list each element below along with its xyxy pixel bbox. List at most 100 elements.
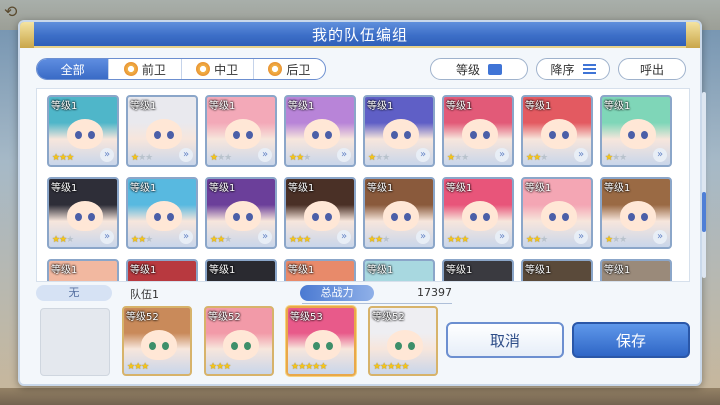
tab-midguard-label: 中卫	[214, 62, 239, 77]
party-member-card[interactable]: 等级52 ★★★	[204, 306, 274, 376]
party-info-strip: 无 队伍1 总战力 17397	[36, 284, 690, 304]
character-portrait	[383, 201, 419, 231]
roster-character-card[interactable]: 等级1 ★★★ »	[521, 95, 593, 167]
level-label: 等级1	[130, 101, 157, 112]
roster-character-card[interactable]: 等级1 ★★★ »	[521, 177, 593, 249]
roster-character-card[interactable]: 等级1 ★★★ »	[205, 177, 277, 249]
portrait-eye	[233, 213, 240, 221]
empty-party-slot[interactable]	[40, 308, 110, 376]
portrait-eye	[404, 213, 411, 221]
tab-all[interactable]: 全部	[37, 59, 109, 79]
roster-character-card[interactable]: 等级1	[442, 259, 514, 281]
roster-character-card[interactable]: 等级1	[600, 259, 672, 281]
level-label: 等级1	[446, 265, 473, 276]
star-rating: ★★★	[52, 235, 74, 245]
level-label: 等级1	[525, 265, 552, 276]
cancel-button[interactable]: 取消	[446, 322, 564, 358]
star-rating: ★★★	[289, 153, 311, 163]
party-member-card[interactable]: 等级52 ★★★	[122, 306, 192, 376]
roster-character-card[interactable]: 等级1	[521, 259, 593, 281]
star-icon: ★	[145, 153, 153, 163]
party-member-card[interactable]: 等级52 ★★★★★	[368, 306, 438, 376]
roster-character-card[interactable]: 等级1	[284, 259, 356, 281]
star-rating: ★★★	[210, 153, 232, 163]
roster-character-card[interactable]: 等级1	[47, 259, 119, 281]
roster-scroll-thumb[interactable]	[702, 192, 706, 232]
character-portrait	[462, 201, 498, 231]
tab-rearguard[interactable]: 后卫	[252, 59, 325, 79]
roster-character-card[interactable]: 等级1 ★★★ »	[205, 95, 277, 167]
star-icon: ★	[145, 235, 153, 245]
level-label: 等级1	[604, 183, 631, 194]
star-rating: ★★★	[368, 235, 390, 245]
portrait-eye	[231, 342, 238, 350]
roster-character-card[interactable]: 等级1 ★★★ »	[442, 177, 514, 249]
roster-character-card[interactable]: 等级1 ★★★ »	[363, 95, 435, 167]
portrait-eye	[325, 213, 332, 221]
star-rating: ★★★	[289, 235, 311, 245]
portrait-eye	[641, 213, 648, 221]
character-portrait	[141, 330, 177, 360]
character-portrait	[67, 119, 103, 149]
roster-character-card[interactable]: 等级1	[205, 259, 277, 281]
star-rating: ★★★	[127, 362, 149, 372]
portrait-eye	[233, 131, 240, 139]
save-button[interactable]: 保存	[572, 322, 690, 358]
star-rating: ★★★	[605, 235, 627, 245]
sort-by-level-button[interactable]: 等级	[430, 58, 528, 80]
star-icon: ★	[141, 362, 149, 372]
character-portrait	[223, 330, 259, 360]
roster-character-card[interactable]: 等级1 ★★★ »	[284, 95, 356, 167]
roster-character-card[interactable]: 等级1	[363, 259, 435, 281]
portrait-eye	[391, 131, 398, 139]
portrait-eye	[246, 131, 253, 139]
roster-character-card[interactable]: 等级1 ★★★ »	[363, 177, 435, 249]
roster-character-card[interactable]: 等级1 ★★★ »	[47, 95, 119, 167]
call-out-button[interactable]: 呼出	[618, 58, 686, 80]
chevron-right-icon: »	[100, 230, 114, 244]
chevron-right-icon: »	[416, 230, 430, 244]
character-portrait	[225, 119, 261, 149]
position-icon	[268, 62, 283, 76]
call-out-label: 呼出	[639, 62, 664, 77]
level-label: 等级1	[130, 183, 157, 194]
roster-character-card[interactable]: 等级1 ★★★ »	[126, 95, 198, 167]
portrait-eye	[326, 342, 333, 350]
roster-character-card[interactable]: 等级1	[126, 259, 198, 281]
roster-character-card[interactable]: 等级1 ★★★ »	[126, 177, 198, 249]
sort-order-button[interactable]: 降序	[536, 58, 610, 80]
roster-character-card[interactable]: 等级1 ★★★ »	[600, 177, 672, 249]
chevron-right-icon: »	[653, 230, 667, 244]
character-portrait	[225, 201, 261, 231]
portrait-eye	[246, 213, 253, 221]
character-portrait	[387, 330, 423, 360]
roster-character-card[interactable]: 等级1 ★★★ »	[600, 95, 672, 167]
portrait-eye	[391, 213, 398, 221]
star-rating: ★★★★★	[373, 362, 409, 372]
total-power-label: 总战力	[300, 285, 374, 301]
title-ornament-left	[20, 22, 34, 48]
star-rating: ★★★	[447, 235, 469, 245]
star-icon: ★	[66, 153, 74, 163]
level-label: 等级1	[209, 265, 236, 276]
level-label: 等级1	[288, 183, 315, 194]
chevron-right-icon: »	[179, 230, 193, 244]
tab-vanguard-label: 前卫	[141, 62, 166, 77]
roster-character-card[interactable]: 等级1 ★★★ »	[442, 95, 514, 167]
chevron-right-icon: »	[574, 230, 588, 244]
roster-scrollbar[interactable]	[702, 92, 706, 278]
tab-midguard[interactable]: 中卫	[180, 59, 253, 79]
tab-vanguard[interactable]: 前卫	[108, 59, 180, 79]
star-rating: ★★★	[526, 235, 548, 245]
background-bottom	[0, 388, 720, 405]
portrait-eye	[549, 213, 556, 221]
portrait-eye	[244, 342, 251, 350]
portrait-eye	[312, 213, 319, 221]
title-ornament-right	[686, 22, 700, 48]
star-icon: ★	[66, 235, 74, 245]
roster-character-card[interactable]: 等级1 ★★★ »	[284, 177, 356, 249]
roster-character-card[interactable]: 等级1 ★★★ »	[47, 177, 119, 249]
party-member-card[interactable]: 等级53 ★★★★★	[286, 306, 356, 376]
star-rating: ★★★	[131, 153, 153, 163]
character-portrait	[304, 201, 340, 231]
